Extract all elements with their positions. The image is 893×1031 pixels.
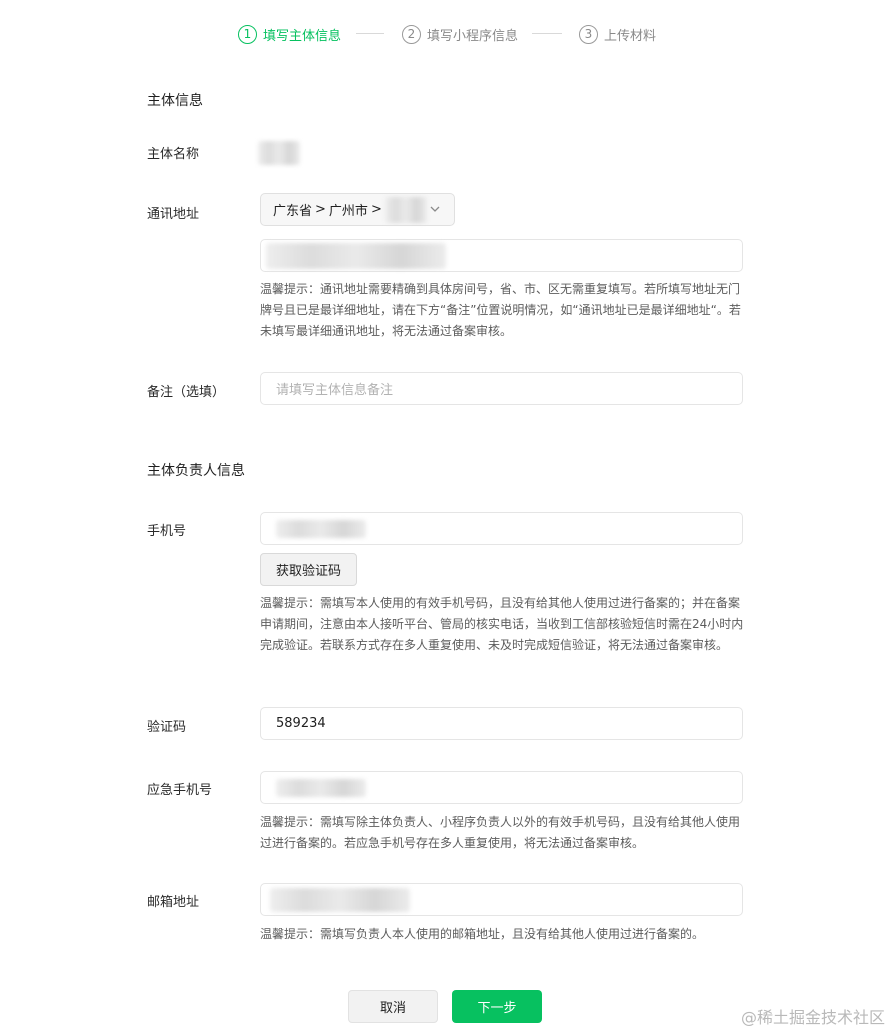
watermark: @稀土掘金技术社区 <box>740 1008 885 1027</box>
step-label: 填写主体信息 <box>263 28 342 44</box>
phone-hint: 温馨提示：需填写本人使用的有效手机号码，且没有给其他人使用过进行备案的；并在备案… <box>260 596 744 652</box>
subject-name-value-redacted <box>258 141 300 165</box>
emergency-phone-hint: 温馨提示：需填写除主体负责人、小程序负责人以外的有效手机号码，且没有给其他人使用… <box>260 815 741 850</box>
step-1: 1 填写主体信息 <box>238 22 341 46</box>
step-3: 3 上传材料 <box>579 22 656 46</box>
step-number: 3 <box>579 24 598 44</box>
step-label: 上传材料 <box>604 28 657 44</box>
email-redacted <box>270 887 410 912</box>
email-hint: 温馨提示：需填写负责人本人使用的邮箱地址，且没有给其他人使用过进行备案的。 <box>260 927 705 941</box>
step-number: 1 <box>238 24 257 44</box>
verification-code-value: 589234 <box>276 716 326 731</box>
email-label: 邮箱地址 <box>147 895 200 910</box>
subject-name-label: 主体名称 <box>147 147 200 162</box>
verification-code-input[interactable]: 589234 <box>260 707 743 740</box>
step-label: 填写小程序信息 <box>427 28 519 44</box>
stepper: 1 填写主体信息 2 填写小程序信息 3 上传材料 <box>0 22 893 46</box>
email-input[interactable] <box>260 883 743 916</box>
step-divider <box>532 33 562 34</box>
get-verification-code-button[interactable]: 获取验证码 <box>260 553 357 586</box>
separator: > <box>370 202 382 217</box>
remark-placeholder: 请填写主体信息备注 <box>276 383 394 398</box>
address-detail-input[interactable] <box>260 239 743 272</box>
section-title-owner: 主体负责人信息 <box>147 463 245 479</box>
address-label: 通讯地址 <box>147 207 200 222</box>
cancel-button[interactable]: 取消 <box>348 990 438 1023</box>
section-title-subject: 主体信息 <box>147 93 203 109</box>
address-hint: 温馨提示：通讯地址需要精确到具体房间号，省、市、区无需重复填写。若所填写地址无门… <box>260 282 741 338</box>
registration-form-page: 1 填写主体信息 2 填写小程序信息 3 上传材料 主体信息 主体名称 通讯地址… <box>0 0 893 1031</box>
step-2: 2 填写小程序信息 <box>402 22 518 46</box>
remark-label: 备注（选填） <box>147 385 226 400</box>
code-label: 验证码 <box>147 720 187 735</box>
phone-input[interactable] <box>260 512 743 545</box>
emergency-phone-input[interactable] <box>260 771 743 804</box>
next-step-button[interactable]: 下一步 <box>452 990 542 1023</box>
step-divider <box>356 33 384 34</box>
region-select[interactable]: 广东省 > 广州市 > <box>260 193 455 226</box>
step-number: 2 <box>402 24 421 44</box>
city-text: 广州市 <box>328 204 368 219</box>
emergency-phone-label: 应急手机号 <box>147 783 213 798</box>
emergency-phone-redacted <box>276 778 366 797</box>
chevron-down-icon <box>430 206 440 212</box>
phone-redacted <box>276 519 366 538</box>
address-detail-redacted <box>266 242 446 269</box>
separator: > <box>315 202 326 217</box>
remark-input[interactable]: 请填写主体信息备注 <box>260 372 743 405</box>
province-text: 广东省 <box>273 204 313 219</box>
phone-label: 手机号 <box>147 524 187 539</box>
district-redacted <box>384 196 427 223</box>
